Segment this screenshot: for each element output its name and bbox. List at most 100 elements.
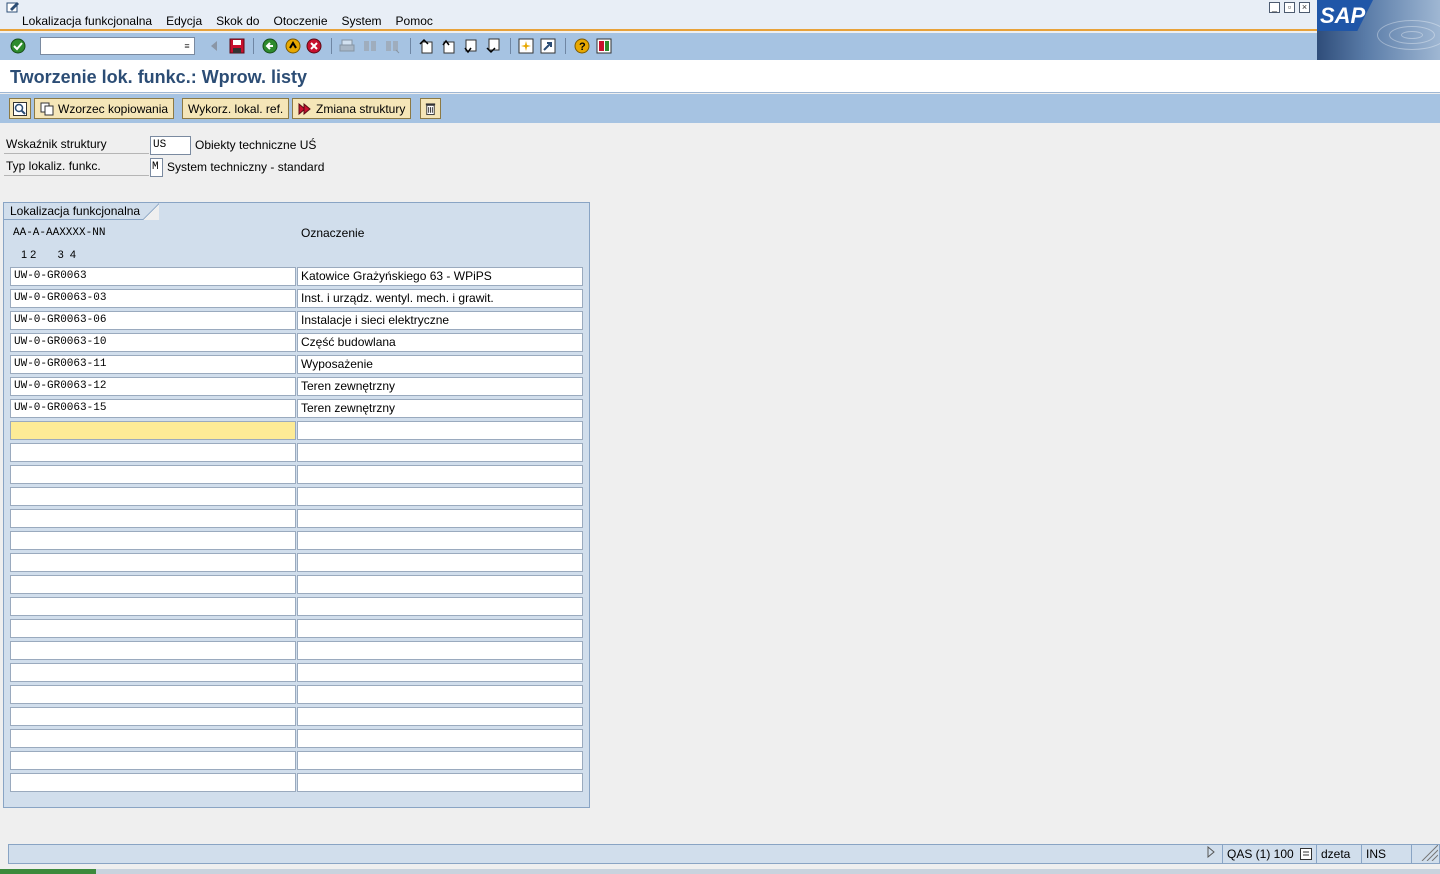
- designation-field[interactable]: [297, 443, 583, 462]
- copy-template-button[interactable]: Wzorzec kopiowania: [34, 98, 175, 119]
- designation-field[interactable]: [297, 531, 583, 550]
- designation-field[interactable]: [297, 685, 583, 704]
- designation-field[interactable]: [297, 663, 583, 682]
- designation-field[interactable]: Część budowlana: [297, 333, 583, 352]
- functional-location-field[interactable]: [10, 597, 296, 616]
- back-icon[interactable]: [261, 37, 279, 55]
- previous-page-icon[interactable]: [439, 37, 457, 55]
- cancel-icon[interactable]: [305, 37, 323, 55]
- menu-pomoc[interactable]: Pomoc: [396, 14, 433, 28]
- command-field[interactable]: ≡: [40, 37, 195, 55]
- designation-field[interactable]: [297, 487, 583, 506]
- menu-system[interactable]: System: [342, 14, 382, 28]
- functional-location-field[interactable]: UW-0-GR0063-06: [10, 311, 296, 330]
- command-history-icon[interactable]: [205, 37, 223, 55]
- functional-location-field[interactable]: [10, 465, 296, 484]
- functional-location-field[interactable]: [10, 773, 296, 792]
- designation-field[interactable]: [297, 619, 583, 638]
- designation-field[interactable]: [297, 729, 583, 748]
- functional-location-field[interactable]: [10, 509, 296, 528]
- shortcut-icon[interactable]: [539, 37, 557, 55]
- trash-icon: [425, 102, 436, 115]
- close-window-icon[interactable]: ×: [1299, 2, 1310, 13]
- functional-location-field[interactable]: [10, 553, 296, 572]
- functional-location-field[interactable]: UW-0-GR0063-15: [10, 399, 296, 418]
- fl-type-field[interactable]: M: [150, 158, 163, 177]
- designation-field[interactable]: Teren zewnętrzny: [297, 399, 583, 418]
- designation-field[interactable]: Teren zewnętrzny: [297, 377, 583, 396]
- group-title: Lokalizacja funkcjonalna: [4, 203, 160, 220]
- designation-field[interactable]: Inst. i urządz. wentyl. mech. i grawit.: [297, 289, 583, 308]
- first-page-icon[interactable]: [417, 37, 435, 55]
- status-mode[interactable]: INS: [1361, 845, 1411, 863]
- menu-lokalizacja[interactable]: Lokalizacja funkcjonalna: [22, 14, 152, 28]
- functional-location-group: Lokalizacja funkcjonalna AA-A-AAXXXX-NN …: [3, 202, 590, 808]
- functional-location-field[interactable]: UW-0-GR0063-12: [10, 377, 296, 396]
- system-info-icon[interactable]: [1300, 848, 1312, 860]
- change-structure-button[interactable]: Zmiana struktury: [292, 98, 412, 119]
- page-title: Tworzenie lok. funkc.: Wprow. listy: [10, 67, 308, 87]
- functional-location-field[interactable]: [10, 421, 296, 440]
- functional-location-field[interactable]: [10, 443, 296, 462]
- display-structure-button[interactable]: [9, 98, 31, 119]
- designation-field[interactable]: [297, 421, 583, 440]
- structure-indicator-field[interactable]: US: [150, 136, 191, 155]
- functional-location-field[interactable]: [10, 487, 296, 506]
- designation-field[interactable]: [297, 597, 583, 616]
- functional-location-field[interactable]: UW-0-GR0063-10: [10, 333, 296, 352]
- status-system: QAS (1) 100: [1222, 845, 1316, 863]
- designation-field[interactable]: [297, 553, 583, 572]
- functional-location-field[interactable]: UW-0-GR0063-11: [10, 355, 296, 374]
- functional-location-field[interactable]: [10, 663, 296, 682]
- print-icon[interactable]: [338, 37, 356, 55]
- use-reference-button[interactable]: Wykorz. lokal. ref.: [182, 98, 290, 119]
- functional-location-field[interactable]: [10, 707, 296, 726]
- functional-location-field[interactable]: [10, 619, 296, 638]
- functional-location-field[interactable]: UW-0-GR0063-03: [10, 289, 296, 308]
- minimize-icon[interactable]: _: [1269, 2, 1280, 13]
- designation-field[interactable]: [297, 509, 583, 528]
- functional-location-field[interactable]: [10, 685, 296, 704]
- menu-skok-do[interactable]: Skok do: [216, 14, 259, 28]
- designation-field[interactable]: [297, 465, 583, 484]
- functional-location-field[interactable]: [10, 531, 296, 550]
- system-menu-icon[interactable]: [6, 1, 20, 13]
- designation-field[interactable]: Katowice Grażyńskiego 63 - WPiPS: [297, 267, 583, 286]
- layout-menu-icon[interactable]: [595, 37, 613, 55]
- help-icon[interactable]: ?: [573, 37, 591, 55]
- menu-edycja[interactable]: Edycja: [166, 14, 202, 28]
- find-next-icon[interactable]: [383, 37, 401, 55]
- menu-otoczenie[interactable]: Otoczenie: [273, 14, 327, 28]
- last-page-icon[interactable]: [484, 37, 502, 55]
- functional-location-field[interactable]: [10, 641, 296, 660]
- resize-grip-icon[interactable]: [1411, 844, 1439, 863]
- edit-mask: AA-A-AAXXXX-NN: [13, 227, 106, 239]
- save-icon[interactable]: [228, 37, 246, 55]
- change-structure-label: Zmiana struktury: [316, 101, 406, 116]
- designation-field[interactable]: [297, 641, 583, 660]
- command-dropdown-icon[interactable]: ≡: [182, 40, 192, 52]
- magnifier-icon: [13, 101, 27, 116]
- enter-icon[interactable]: [9, 37, 27, 55]
- toolbar-separator: [565, 38, 566, 54]
- toolbar-separator: [253, 38, 254, 54]
- next-page-icon[interactable]: [461, 37, 479, 55]
- functional-location-field[interactable]: [10, 751, 296, 770]
- delete-button[interactable]: [420, 98, 441, 119]
- find-icon[interactable]: [361, 37, 379, 55]
- functional-location-field[interactable]: UW-0-GR0063: [10, 267, 296, 286]
- designation-field[interactable]: [297, 773, 583, 792]
- functional-location-field[interactable]: [10, 729, 296, 748]
- restore-icon[interactable]: ▫: [1284, 2, 1295, 13]
- menu-items: Lokalizacja funkcjonalna Edycja Skok do …: [22, 14, 433, 28]
- copy-template-label: Wzorzec kopiowania: [58, 101, 169, 116]
- designation-field[interactable]: Wyposażenie: [297, 355, 583, 374]
- designation-field[interactable]: Instalacje i sieci elektryczne: [297, 311, 583, 330]
- designation-field[interactable]: [297, 751, 583, 770]
- designation-field[interactable]: [297, 575, 583, 594]
- functional-location-field[interactable]: [10, 575, 296, 594]
- exit-icon[interactable]: [284, 37, 302, 55]
- new-session-icon[interactable]: [517, 37, 535, 55]
- status-expand-icon[interactable]: [1202, 845, 1222, 863]
- designation-field[interactable]: [297, 707, 583, 726]
